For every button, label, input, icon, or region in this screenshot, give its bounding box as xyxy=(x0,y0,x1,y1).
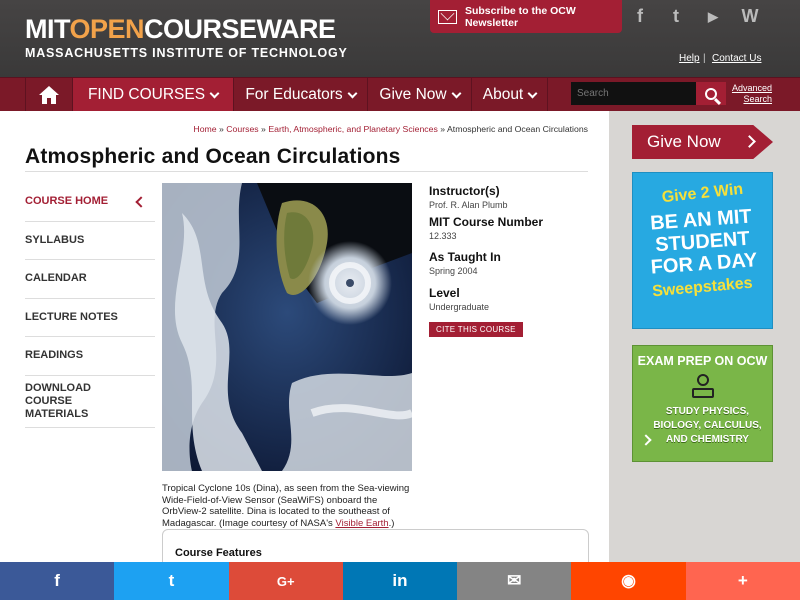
instructor-value: Prof. R. Alan Plumb xyxy=(429,200,508,210)
image-caption: Tropical Cyclone 10s (Dina), as seen fro… xyxy=(162,483,417,530)
exam-prep-banner[interactable]: EXAM PREP ON OCW STUDY PHYSICS, BIOLOGY,… xyxy=(632,345,773,462)
logo-courseware: COURSEWARE xyxy=(144,14,336,44)
sidebar-item-download-course-materials[interactable]: DOWNLOAD COURSE MATERIALS xyxy=(25,376,155,428)
sidebar-item-label: CALENDAR xyxy=(25,272,87,285)
facebook-share-icon[interactable]: f xyxy=(0,562,115,600)
youtube-icon[interactable]: ▶ xyxy=(695,0,731,33)
instructor-info: Instructor(s) Prof. R. Alan Plumb xyxy=(429,184,508,210)
facebook-icon[interactable]: f xyxy=(622,0,658,33)
give-now-button[interactable]: Give Now xyxy=(632,125,773,159)
twitter-share-icon[interactable]: t xyxy=(114,562,229,600)
chevron-down-icon xyxy=(347,88,358,98)
sidebar-item-calendar[interactable]: CALENDAR xyxy=(25,260,155,299)
twitter-icon[interactable]: t xyxy=(658,0,694,33)
caption-end: .) xyxy=(388,518,395,530)
sweepstakes-line2: BE AN MIT STUDENT FOR A DAY xyxy=(649,205,759,279)
breadcrumb-current: Atmospheric and Ocean Circulations xyxy=(447,124,588,134)
header-separator: | xyxy=(703,53,706,64)
email-share-icon[interactable]: ✉ xyxy=(457,562,572,600)
student-icon xyxy=(690,374,716,400)
advanced-search-link[interactable]: Advanced Search xyxy=(731,83,772,105)
wordpress-icon[interactable]: W xyxy=(732,0,768,33)
sweepstakes-banner[interactable]: Give 2 Win BE AN MIT STUDENT FOR A DAY S… xyxy=(632,172,773,329)
sidebar-item-lecture-notes[interactable]: LECTURE NOTES xyxy=(25,299,155,337)
subscribe-button[interactable]: Subscribe to the OCW Newsletter xyxy=(430,0,622,33)
more-share-icon[interactable]: + xyxy=(685,562,800,600)
breadcrumb-department[interactable]: Earth, Atmospheric, and Planetary Scienc… xyxy=(268,124,438,134)
help-link[interactable]: Help xyxy=(679,53,700,64)
taught-in-value: Spring 2004 xyxy=(429,266,478,276)
chevron-down-icon xyxy=(451,88,462,98)
contact-link[interactable]: Contact Us xyxy=(712,53,761,64)
course-number-value: 12.333 xyxy=(429,231,457,241)
breadcrumb-sep: » xyxy=(437,124,447,134)
ocw-logo[interactable]: MITOPENCOURSEWARE MASSACHUSETTS INSTITUT… xyxy=(25,14,348,61)
taught-in-info: As Taught In Spring 2004 xyxy=(429,250,501,276)
sidebar-item-label: LECTURE NOTES xyxy=(25,310,118,323)
search-button[interactable] xyxy=(696,82,726,105)
exam-prep-body: STUDY PHYSICS, BIOLOGY, CALCULUS, AND CH… xyxy=(653,406,762,445)
reddit-share-icon[interactable]: ◉ xyxy=(571,562,686,600)
logo-mit: MIT xyxy=(25,14,70,44)
nav-for-educators-label: For Educators xyxy=(245,86,343,103)
breadcrumb-home[interactable]: Home xyxy=(193,124,216,134)
breadcrumb: Home » Courses » Earth, Atmospheric, and… xyxy=(0,124,588,134)
nav-find-courses[interactable]: FIND COURSES xyxy=(73,78,234,112)
instructor-heading: Instructor(s) xyxy=(429,184,500,198)
breadcrumb-courses[interactable]: Courses xyxy=(226,124,258,134)
sidebar-item-label: DOWNLOAD COURSE MATERIALS xyxy=(25,381,91,420)
sidebar-item-label: COURSE HOME xyxy=(25,195,109,208)
page-title: Atmospheric and Ocean Circulations xyxy=(25,145,401,168)
linkedin-share-icon[interactable]: in xyxy=(342,562,458,600)
course-number-info: MIT Course Number 12.333 xyxy=(429,215,543,241)
visible-earth-link[interactable]: Visible Earth xyxy=(335,518,388,529)
googleplus-share-icon[interactable]: G+ xyxy=(228,562,343,600)
nav-about-label: About xyxy=(482,86,524,103)
logo-subtitle: MASSACHUSETTS INSTITUTE OF TECHNOLOGY xyxy=(25,46,348,60)
chevron-left-icon xyxy=(135,196,147,208)
chevron-down-icon xyxy=(527,88,538,98)
breadcrumb-sep: » xyxy=(258,124,269,134)
exam-prep-title: EXAM PREP ON OCW xyxy=(637,354,768,368)
nav-about[interactable]: About xyxy=(472,78,548,112)
course-number-heading: MIT Course Number xyxy=(429,215,544,229)
level-info: Level Undergraduate xyxy=(429,286,489,312)
nav-find-courses-label: FIND COURSES xyxy=(87,86,206,103)
satellite-image xyxy=(162,183,412,471)
sidebar-item-course-home[interactable]: COURSE HOME xyxy=(25,183,155,222)
taught-in-heading: As Taught In xyxy=(429,250,501,264)
course-features-heading: Course Features xyxy=(175,547,262,559)
course-image xyxy=(162,183,412,471)
title-divider xyxy=(25,171,588,172)
nav-give-now-label: Give Now xyxy=(379,86,447,103)
breadcrumb-sep: » xyxy=(216,124,227,134)
search-input[interactable] xyxy=(571,82,696,105)
sidebar-item-label: READINGS xyxy=(25,349,84,362)
cite-course-button[interactable]: CITE THIS COURSE xyxy=(429,322,523,337)
logo-open: OPEN xyxy=(69,14,145,44)
give-now-label: Give Now xyxy=(647,132,721,151)
home-icon xyxy=(39,86,59,104)
site-header: MITOPENCOURSEWARE MASSACHUSETTS INSTITUT… xyxy=(0,0,800,77)
nav-for-educators[interactable]: For Educators xyxy=(234,78,368,112)
nav-home[interactable] xyxy=(25,78,73,112)
share-bar: f t G+ in ✉ ◉ + xyxy=(0,562,800,600)
sidebar-item-readings[interactable]: READINGS xyxy=(25,337,155,376)
nav-give-now[interactable]: Give Now xyxy=(368,78,472,112)
chevron-right-icon xyxy=(743,135,756,148)
level-value: Undergraduate xyxy=(429,302,490,312)
sidebar-item-syllabus[interactable]: SYLLABUS xyxy=(25,222,155,260)
mail-icon xyxy=(438,9,457,24)
level-heading: Level xyxy=(429,286,460,300)
sidebar-item-label: SYLLABUS xyxy=(25,233,85,246)
subscribe-label: Subscribe to the OCW Newsletter xyxy=(464,4,576,29)
search-icon xyxy=(705,87,717,100)
chevron-down-icon xyxy=(209,88,220,98)
course-sidebar: COURSE HOME SYLLABUS CALENDAR LECTURE NO… xyxy=(25,183,155,428)
